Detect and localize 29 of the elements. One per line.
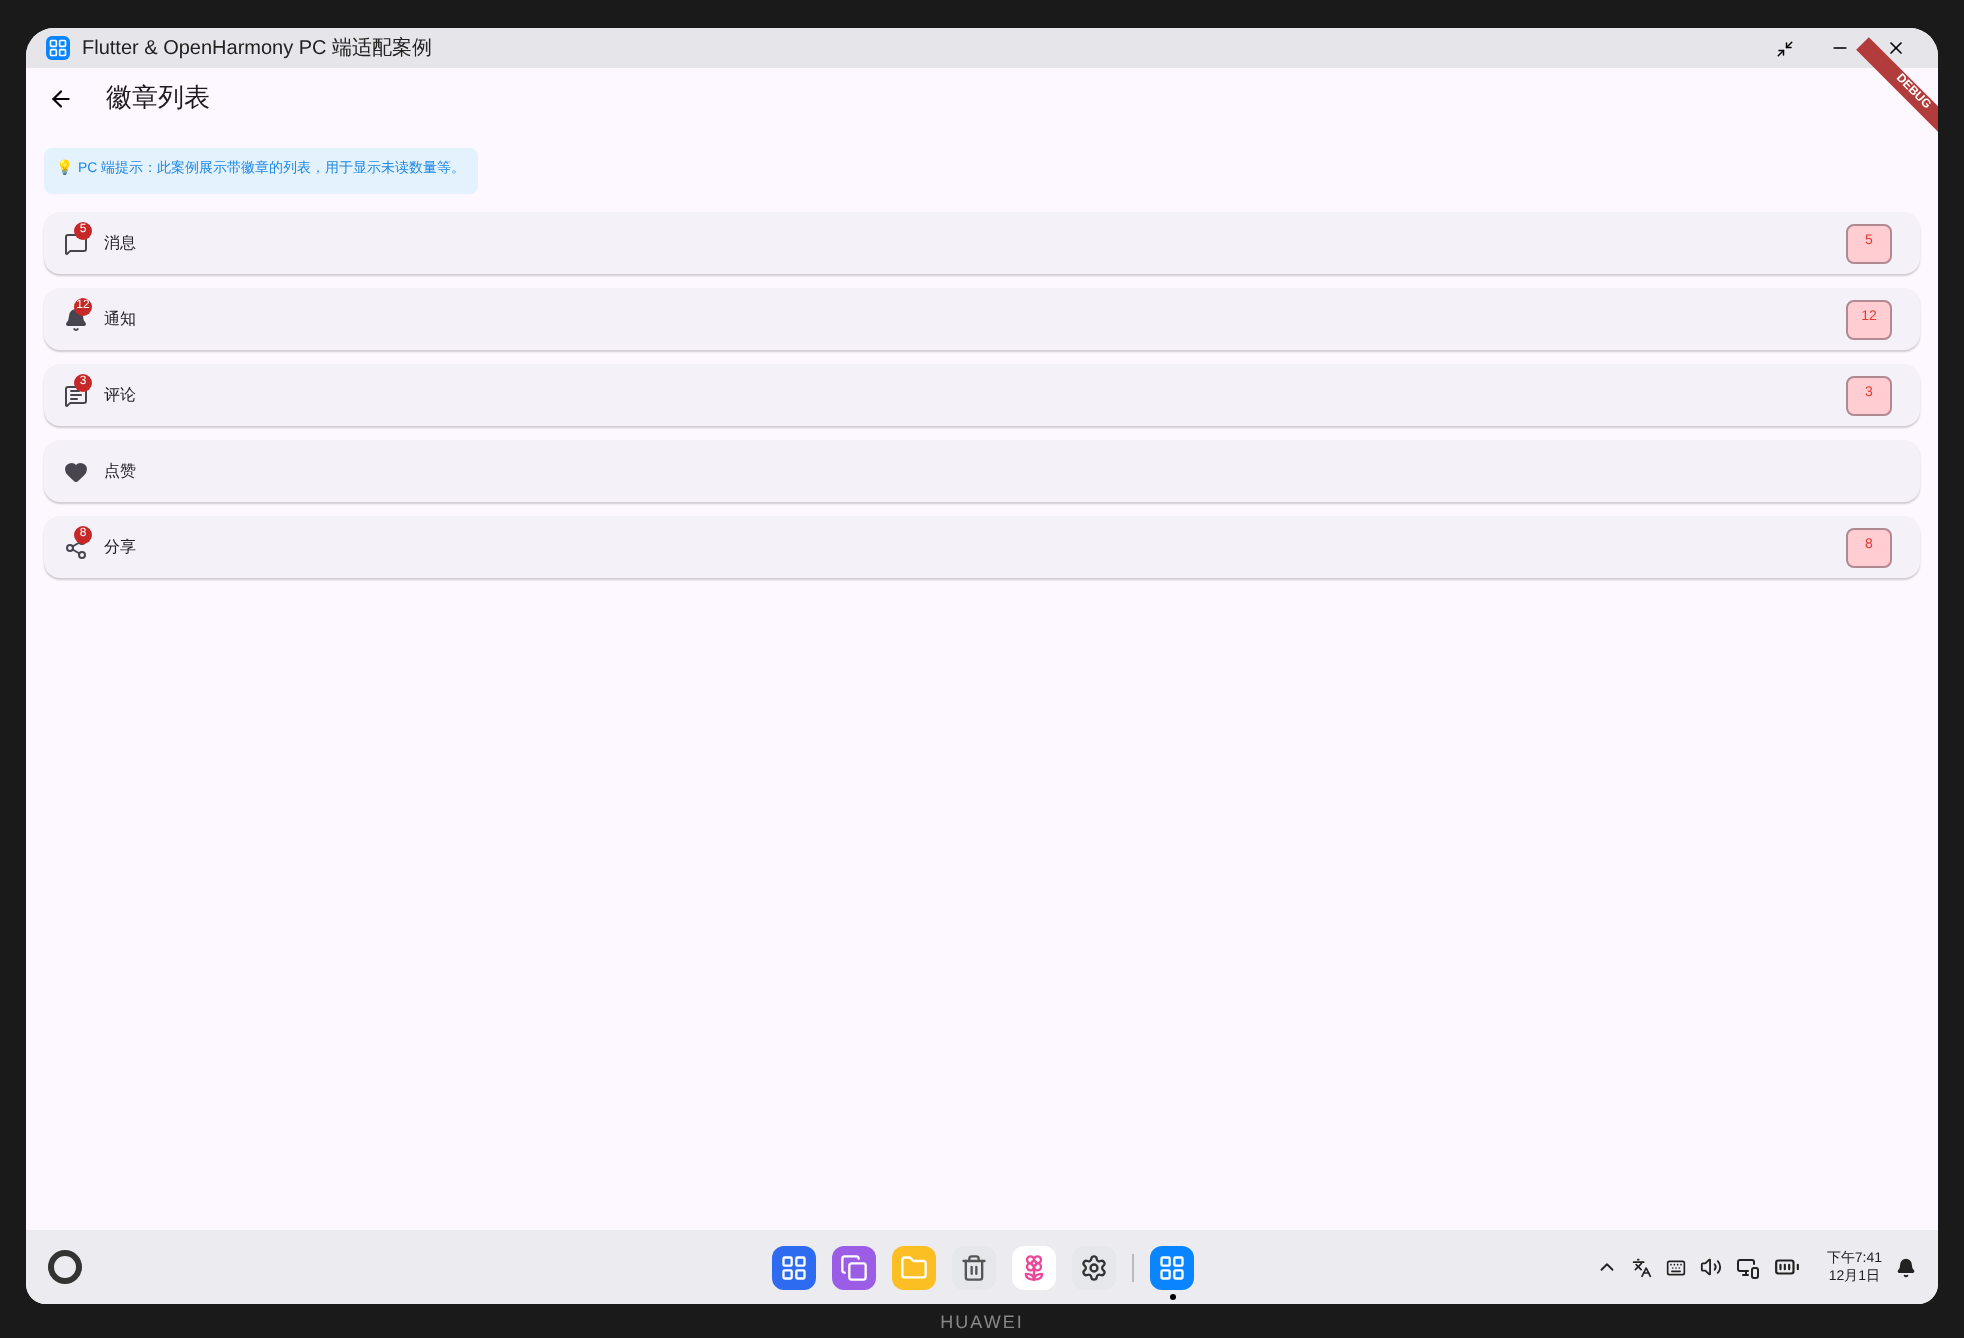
flower-icon[interactable] (1012, 1246, 1056, 1290)
back-arrow-icon[interactable] (47, 85, 73, 111)
trash-icon[interactable] (952, 1246, 996, 1290)
start-icon[interactable] (48, 1250, 82, 1284)
comment-icon (64, 383, 88, 407)
item-label: 通知 (104, 307, 136, 331)
settings-icon[interactable] (1072, 1246, 1116, 1290)
input-method-icon[interactable] (1632, 1257, 1653, 1277)
battery-icon[interactable] (1774, 1254, 1801, 1280)
windows-icon[interactable] (832, 1246, 876, 1290)
grid-icon[interactable] (772, 1246, 816, 1290)
close-icon[interactable] (1886, 38, 1906, 58)
message-icon (64, 231, 88, 255)
page-title: 徽章列表 (106, 80, 210, 117)
app-logo-icon (46, 36, 70, 60)
keyboard-icon[interactable] (1666, 1257, 1687, 1277)
app-icon[interactable] (1150, 1246, 1194, 1290)
notification-icon[interactable] (1896, 1257, 1916, 1277)
device-brand: HUAWEI (940, 1310, 1024, 1336)
devices-icon[interactable] (1736, 1255, 1761, 1279)
list-item[interactable]: 点赞 (44, 440, 1920, 502)
heart-icon (64, 459, 88, 483)
item-label: 点赞 (104, 459, 136, 483)
volume-icon[interactable] (1700, 1256, 1723, 1278)
item-label: 分享 (104, 535, 136, 559)
item-label: 评论 (104, 383, 136, 407)
window-title: Flutter & OpenHarmony PC 端适配案例 (82, 35, 433, 63)
item-label: 消息 (104, 231, 136, 255)
restore-icon[interactable] (1775, 39, 1793, 57)
